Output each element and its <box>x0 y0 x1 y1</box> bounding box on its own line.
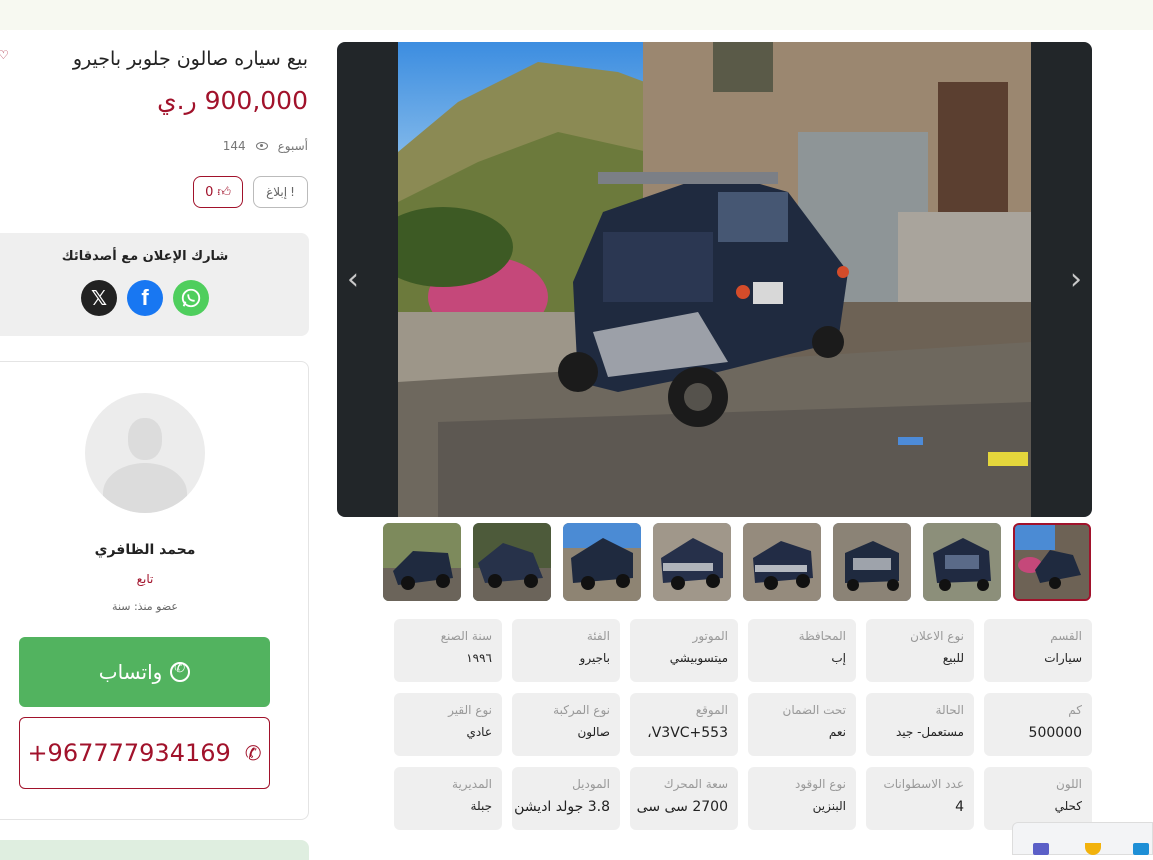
facebook-icon[interactable]: f <box>127 280 163 316</box>
previous-image-button[interactable]: ‹ <box>347 262 359 297</box>
spec-transmission: نوع القير عادي <box>394 693 502 756</box>
thumbnail[interactable] <box>833 523 911 601</box>
teams-icon[interactable] <box>1033 843 1049 855</box>
listing-sidebar: ♡ بيع سياره صالون جلوبر باجيرو 900,000 ر… <box>0 30 320 860</box>
avatar <box>85 393 205 513</box>
spec-warranty: تحت الضمان نعم <box>748 693 856 756</box>
image-gallery: ‹ › <box>337 42 1092 517</box>
thumbnail-strip <box>383 523 1093 603</box>
thumbnail-active[interactable] <box>1013 523 1091 601</box>
thumbnail[interactable] <box>653 523 731 601</box>
app-icon[interactable] <box>1085 843 1101 855</box>
spec-location[interactable]: الموقع V3VC+553، <box>630 693 738 756</box>
report-button[interactable]: ! إبلاغ <box>253 176 308 208</box>
share-panel: شارك الإعلان مع أصدقائك 𝕏 f <box>0 233 309 336</box>
spec-model: الموديل 3.8 جولد اديشن <box>512 767 620 830</box>
like-count: 0 <box>205 184 214 200</box>
phone-contact-button[interactable]: +967777934169 ✆ <box>19 717 270 789</box>
share-title: شارك الإعلان مع أصدقائك <box>61 249 229 264</box>
follow-button[interactable]: تابع <box>0 572 290 586</box>
favorite-heart-icon[interactable]: ♡ <box>0 48 9 62</box>
thumbnail[interactable] <box>923 523 1001 601</box>
view-count: 144 <box>222 139 246 153</box>
listing-actions: 0 👍︎ ! إبلاغ <box>193 176 308 208</box>
spec-district: المديرية جبلة <box>394 767 502 830</box>
phone-icon: ✆ <box>244 741 262 765</box>
map-preview[interactable] <box>0 840 309 860</box>
listing-title: بيع سياره صالون جلوبر باجيرو <box>72 48 308 70</box>
next-image-button[interactable]: › <box>1070 262 1082 297</box>
thumbs-up-icon: 👍︎ <box>217 184 231 200</box>
top-bar <box>0 0 1153 30</box>
spec-governorate: المحافظة إب <box>748 619 856 682</box>
report-label: إبلاغ <box>266 185 288 199</box>
seller-name[interactable]: محمد الظافري <box>0 542 290 558</box>
whatsapp-contact-button[interactable]: واتساب <box>19 637 270 707</box>
listing-price: 900,000 ر.ي <box>157 86 308 115</box>
specs-grid: القسم سيارات نوع الاعلان للبيع المحافظة إب … <box>394 619 1092 831</box>
spec-vehicle-type: نوع المركبة صالون <box>512 693 620 756</box>
spec-mileage: كم 500000 <box>984 693 1092 756</box>
whatsapp-label: واتساب <box>98 660 163 684</box>
spec-cylinders: عدد الاسطوانات 4 <box>866 767 974 830</box>
spec-ad-type: نوع الاعلان للبيع <box>866 619 974 682</box>
warning-icon: ! <box>290 185 295 199</box>
main-photo[interactable] <box>398 42 1031 517</box>
taskbar-tray <box>1012 822 1153 855</box>
spec-fuel: نوع الوقود البنزين <box>748 767 856 830</box>
whatsapp-icon <box>170 661 191 682</box>
spec-make: الموتور ميتسوبيشي <box>630 619 738 682</box>
spec-year: سنة الصنع ١٩٩٦ <box>394 619 502 682</box>
thumbnail[interactable] <box>563 523 641 601</box>
spec-class: الفئة باجيرو <box>512 619 620 682</box>
thumbnail[interactable] <box>473 523 551 601</box>
like-button[interactable]: 0 👍︎ <box>193 176 243 208</box>
x-icon[interactable]: 𝕏 <box>81 280 117 316</box>
listing-meta: أسبوع 144 <box>223 139 308 153</box>
spec-color: اللون كحلي <box>984 767 1092 830</box>
posted-age: أسبوع <box>277 139 308 153</box>
thumbnail[interactable] <box>743 523 821 601</box>
spec-engine-size: سعة المحرك 2700 سى سى <box>630 767 738 830</box>
phone-number: +967777934169 <box>27 739 231 767</box>
eye-icon <box>255 142 268 150</box>
spec-condition: الحالة مستعمل- جيد <box>866 693 974 756</box>
app-icon[interactable] <box>1133 843 1149 855</box>
thumbnail[interactable] <box>383 523 461 601</box>
whatsapp-icon[interactable] <box>173 280 209 316</box>
spec-category: القسم سيارات <box>984 619 1092 682</box>
seller-card: محمد الظافري تابع عضو منذ: سنة واتساب +9… <box>0 361 309 820</box>
member-since: عضو منذ: سنة <box>112 600 178 613</box>
